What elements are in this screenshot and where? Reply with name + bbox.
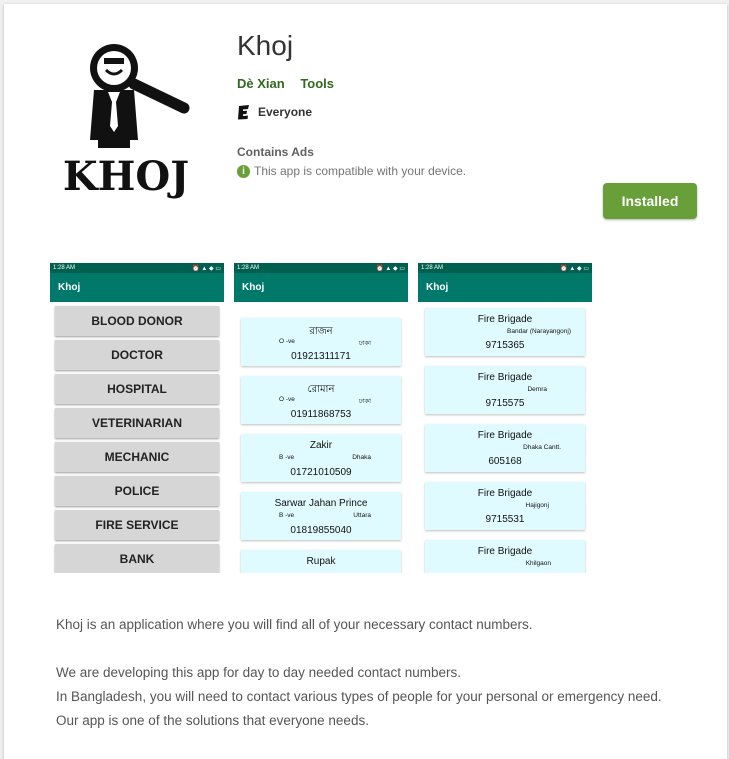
app-bar-title: Khoj <box>234 273 408 302</box>
station-name: Fire Brigade <box>477 546 533 557</box>
list-item: Fire Brigade Dhaka Cantt. 605168 <box>425 424 585 472</box>
list-item-cutoff <box>241 302 401 312</box>
esrb-everyone-icon <box>237 104 251 120</box>
station-area: Hajigonj <box>525 502 550 509</box>
screenshot-blood-donors[interactable]: 1:28 AM ⏰ ▲ ◆ ▭ Khoj রাজন O -ve ঢাকা 019… <box>234 263 408 573</box>
compatibility-text: This app is compatible with your device. <box>254 164 467 178</box>
donor-name: রোমান <box>307 384 335 395</box>
status-bar: 1:28 AM ⏰ ▲ ◆ ▭ <box>50 263 224 273</box>
donor-list: রাজন O -ve ঢাকা 01921311171 রোমান O -ve … <box>234 302 408 573</box>
list-item: রোমান O -ve ঢাকা 01911868753 <box>241 376 401 424</box>
station-area: Bandar (Narayangonj) <box>507 328 571 335</box>
donor-name: Rupak <box>306 556 336 567</box>
category-button: POLICE <box>55 476 219 506</box>
status-icons: ⏰ ▲ ◆ ▭ <box>192 265 221 272</box>
donor-blood: O -ve <box>279 396 295 403</box>
category-list: BLOOD DONOR DOCTOR HOSPITAL VETERINARIAN… <box>50 302 224 573</box>
list-item: Fire Brigade Khilgaon <box>425 540 585 573</box>
donor-area: Dhaka <box>352 454 371 461</box>
screenshot-fire-service[interactable]: 1:28 AM ⏰ ▲ ◆ ▭ Khoj Fire Brigade Bandar… <box>418 263 592 573</box>
donor-name: Sarwar Jahan Prince <box>274 498 368 509</box>
donor-name: Zakir <box>309 440 333 451</box>
donor-phone: 01911868753 <box>290 409 352 420</box>
app-logo-icon: KHOJ <box>63 44 190 200</box>
donor-blood: O -ve <box>279 338 295 345</box>
screenshot-categories[interactable]: 1:28 AM ⏰ ▲ ◆ ▭ Khoj BLOOD DONOR DOCTOR … <box>50 263 224 573</box>
logo-text: KHOJ <box>63 153 189 200</box>
compatibility-notice: i This app is compatible with your devic… <box>237 164 466 178</box>
app-bar-title: Khoj <box>50 273 224 302</box>
category-link[interactable]: Tools <box>300 76 334 91</box>
installed-button[interactable]: Installed <box>603 183 697 219</box>
category-button: VETERINARIAN <box>55 408 219 438</box>
description-paragraph: We are developing this app for day to da… <box>56 665 462 680</box>
station-name: Fire Brigade <box>477 372 533 383</box>
list-item: Sarwar Jahan Prince B -ve Uttara 0181985… <box>241 492 401 540</box>
donor-phone: 01921311171 <box>291 351 351 362</box>
donor-area: ঢাকা <box>359 398 371 405</box>
info-icon: i <box>237 164 250 178</box>
app-details-card: KHOJ Khoj Dè Xian Tools Everyone Contain… <box>4 4 727 759</box>
donor-name: রাজন <box>309 326 333 337</box>
donor-area: Uttara <box>353 512 371 519</box>
contains-ads-label: Contains Ads <box>237 145 314 159</box>
app-title: Khoj <box>237 30 294 61</box>
station-name: Fire Brigade <box>477 488 533 499</box>
description-paragraph: Khoj is an application where you will fi… <box>56 617 533 632</box>
station-area: Demra <box>527 386 547 393</box>
station-phone: 605168 <box>488 456 522 467</box>
station-name: Fire Brigade <box>477 314 533 325</box>
donor-blood: B -ve <box>279 512 295 519</box>
status-time: 1:28 AM <box>421 265 444 271</box>
category-button: BLOOD DONOR <box>55 306 219 336</box>
category-button: MECHANIC <box>55 442 219 472</box>
category-button: HOSPITAL <box>55 374 219 404</box>
donor-blood: B -ve <box>279 454 295 461</box>
list-item: Fire Brigade Hajigonj 9715531 <box>425 482 585 530</box>
fire-list: Fire Brigade Bandar (Narayangonj) 971536… <box>418 302 592 573</box>
list-item: Rupak <box>241 550 401 573</box>
status-icons: ⏰ ▲ ◆ ▭ <box>560 265 589 272</box>
list-item: Zakir B -ve Dhaka 01721010509 <box>241 434 401 482</box>
app-meta: Dè Xian Tools <box>237 76 346 91</box>
station-name: Fire Brigade <box>477 430 533 441</box>
status-bar: 1:28 AM ⏰ ▲ ◆ ▭ <box>234 263 408 273</box>
list-item: Fire Brigade Bandar (Narayangonj) 971536… <box>425 308 585 356</box>
category-button: DOCTOR <box>55 340 219 370</box>
status-bar: 1:28 AM ⏰ ▲ ◆ ▭ <box>418 263 592 273</box>
donor-phone: 01721010509 <box>290 467 352 478</box>
donor-phone: 01819855040 <box>290 525 352 536</box>
status-time: 1:28 AM <box>53 265 76 271</box>
category-button: BANK <box>55 544 219 573</box>
content-rating-label: Everyone <box>258 105 313 119</box>
description-paragraph: In Bangladesh, you will need to contact … <box>56 689 662 704</box>
app-bar-title: Khoj <box>418 273 592 302</box>
description-paragraph: Our app is one of the solutions that eve… <box>56 713 369 728</box>
category-button: FIRE SERVICE <box>55 510 219 540</box>
content-rating: Everyone <box>237 104 312 120</box>
donor-area: ঢাকা <box>359 340 371 347</box>
station-phone: 9715575 <box>485 398 525 409</box>
list-item: Fire Brigade Demra 9715575 <box>425 366 585 414</box>
list-item: রাজন O -ve ঢাকা 01921311171 <box>241 318 401 366</box>
station-area: Dhaka Cantt. <box>523 444 561 451</box>
developer-link[interactable]: Dè Xian <box>237 76 285 91</box>
app-description: Khoj is an application where you will fi… <box>56 613 696 733</box>
station-phone: 9715531 <box>485 514 525 525</box>
status-icons: ⏰ ▲ ◆ ▭ <box>376 265 405 272</box>
status-time: 1:28 AM <box>237 265 260 271</box>
station-phone: 9715365 <box>485 340 525 351</box>
station-area: Khilgaon <box>525 560 551 567</box>
